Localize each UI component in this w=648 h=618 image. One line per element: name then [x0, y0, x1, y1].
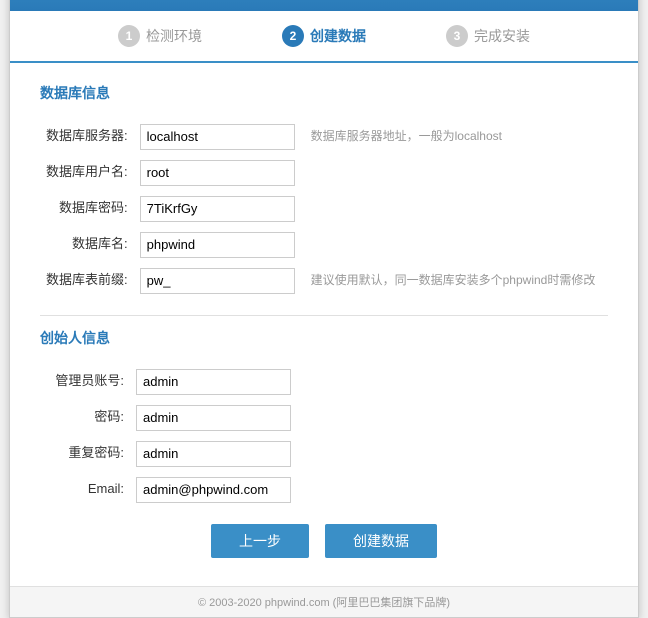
step-2-num: 2	[282, 25, 304, 47]
admin-confirm-hint	[297, 436, 608, 472]
admin-username-input[interactable]	[136, 369, 291, 395]
create-button[interactable]: 创建数据	[325, 524, 437, 558]
prev-button[interactable]: 上一步	[211, 524, 309, 558]
header: phpwind 安装向导 1.0.10	[10, 0, 638, 11]
admin-password-input[interactable]	[136, 405, 291, 431]
admin-password-label: 密码:	[40, 400, 130, 436]
db-prefix-label: 数据库表前缀:	[40, 263, 134, 299]
db-prefix-input[interactable]	[140, 268, 295, 294]
db-password-label: 数据库密码:	[40, 191, 134, 227]
step-3-label: 完成安装	[474, 26, 530, 46]
db-password-hint	[301, 191, 608, 227]
admin-confirm-cell	[130, 436, 297, 472]
step-3-num: 3	[446, 25, 468, 47]
content: 数据库信息 数据库服务器: 数据库服务器地址，一般为localhost 数据库用…	[10, 63, 638, 586]
admin-email-hint	[297, 472, 608, 508]
db-user-input[interactable]	[140, 160, 295, 186]
admin-confirm-input[interactable]	[136, 441, 291, 467]
admin-email-label: Email:	[40, 472, 130, 508]
db-name-cell	[134, 227, 301, 263]
step-2[interactable]: 2 创建数据	[242, 21, 406, 51]
steps-bar: 1 检测环境 2 创建数据 3 完成安装	[10, 11, 638, 63]
db-host-label: 数据库服务器:	[40, 119, 134, 155]
step-2-label: 创建数据	[310, 26, 366, 46]
db-password-cell	[134, 191, 301, 227]
step-1-num: 1	[118, 25, 140, 47]
admin-email-input[interactable]	[136, 477, 291, 503]
founder-form-table: 管理员账号: 密码: 重复密码: Ema	[40, 364, 608, 508]
admin-confirm-label: 重复密码:	[40, 436, 130, 472]
db-user-cell	[134, 155, 301, 191]
logo: phpwind	[30, 0, 144, 1]
button-row: 上一步 创建数据	[40, 524, 608, 558]
db-host-cell	[134, 119, 301, 155]
header-left: phpwind 安装向导	[30, 0, 224, 1]
admin-password-hint	[297, 400, 608, 436]
db-section-title: 数据库信息	[40, 83, 608, 107]
table-row: 数据库密码:	[40, 191, 608, 227]
table-row: 数据库用户名:	[40, 155, 608, 191]
admin-password-cell	[130, 400, 297, 436]
section-divider	[40, 315, 608, 316]
db-name-input[interactable]	[140, 232, 295, 258]
founder-section-title: 创始人信息	[40, 328, 608, 352]
table-row: 密码:	[40, 400, 608, 436]
db-user-label: 数据库用户名:	[40, 155, 134, 191]
admin-username-label: 管理员账号:	[40, 364, 130, 400]
admin-username-cell	[130, 364, 297, 400]
db-form-table: 数据库服务器: 数据库服务器地址，一般为localhost 数据库用户名: 数据…	[40, 119, 608, 299]
db-name-label: 数据库名:	[40, 227, 134, 263]
table-row: Email:	[40, 472, 608, 508]
db-prefix-cell	[134, 263, 301, 299]
db-host-input[interactable]	[140, 124, 295, 150]
step-1-label: 检测环境	[146, 26, 202, 46]
main-window: phpwind 安装向导 1.0.10 1 检测环境 2 创建数据 3 完成安装…	[9, 0, 639, 618]
table-row: 数据库服务器: 数据库服务器地址，一般为localhost	[40, 119, 608, 155]
table-row: 重复密码:	[40, 436, 608, 472]
step-3[interactable]: 3 完成安装	[406, 21, 570, 51]
db-prefix-hint: 建议使用默认，同一数据库安装多个phpwind时需修改	[301, 263, 608, 299]
step-1[interactable]: 1 检测环境	[78, 21, 242, 51]
table-row: 管理员账号:	[40, 364, 608, 400]
db-host-hint: 数据库服务器地址，一般为localhost	[301, 119, 608, 155]
footer-text: © 2003-2020 phpwind.com (阿里巴巴集团旗下品牌)	[198, 597, 450, 609]
db-user-hint	[301, 155, 608, 191]
table-row: 数据库名:	[40, 227, 608, 263]
db-name-hint	[301, 227, 608, 263]
admin-username-hint	[297, 364, 608, 400]
db-password-input[interactable]	[140, 196, 295, 222]
footer: © 2003-2020 phpwind.com (阿里巴巴集团旗下品牌)	[10, 586, 638, 617]
admin-email-cell	[130, 472, 297, 508]
table-row: 数据库表前缀: 建议使用默认，同一数据库安装多个phpwind时需修改	[40, 263, 608, 299]
